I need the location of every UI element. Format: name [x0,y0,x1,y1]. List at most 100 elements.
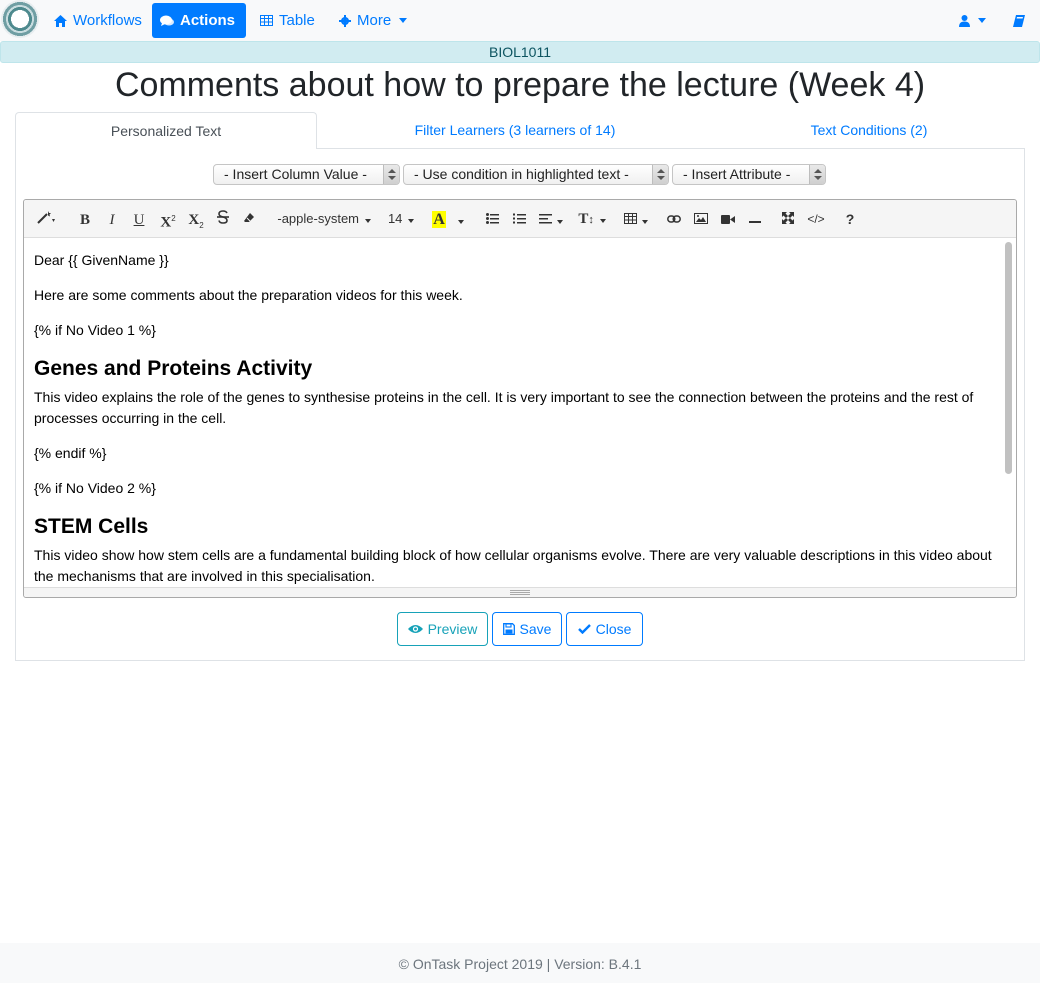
action-tabs: Personalized Text Filter Learners (3 lea… [15,112,1025,149]
link-icon [667,215,681,223]
editor-paragraph: Dear {{ GivenName }} [34,252,169,268]
course-name-banner: BIOL1011 [0,41,1040,63]
horizontal-rule-button[interactable] [743,206,767,232]
nav-table-label: Table [279,12,315,29]
insert-video-button[interactable] [716,206,740,232]
table-icon [260,15,273,26]
align-left-icon [538,214,552,224]
user-menu[interactable] [951,3,994,38]
nav-actions-label: Actions [180,12,236,29]
nav-more[interactable]: More [331,3,415,38]
ordered-list-button[interactable] [507,206,531,232]
chevron-down-icon [599,219,606,223]
underline-button[interactable]: U [127,206,151,232]
editor-heading: Genes and Proteins Activity [34,357,313,380]
close-button-label: Close [595,621,632,637]
strikethrough-button[interactable] [211,206,235,232]
clear-format-button[interactable] [237,206,261,232]
insert-attribute-select-value: - Insert Attribute - [683,166,791,182]
book-icon [1013,14,1025,27]
table-insert-dropdown[interactable] [620,206,652,232]
code-icon: </> [807,212,825,226]
insert-link-button[interactable] [662,206,686,232]
text-color-icon: A [432,211,446,228]
page-title: Comments about how to prepare the lectur… [114,66,926,104]
text-color-dropdown[interactable] [452,206,468,232]
minus-icon [749,221,761,223]
tab-text-conditions[interactable]: Text Conditions (2) [719,112,1019,149]
comments-icon [160,15,174,26]
gear-icon [339,14,351,27]
text-color-button[interactable]: A [427,206,451,232]
code-view-button[interactable]: </> [803,206,829,232]
style-magic-button[interactable] [30,206,64,232]
editor-scrollbar[interactable] [1002,238,1014,588]
superscript-icon: X [160,214,172,231]
superscript-button[interactable]: X2 [155,206,181,232]
help-icon: ? [845,211,855,227]
chevron-down-icon [458,220,464,224]
tab-filter-learners[interactable]: Filter Learners (3 learners of 14) [365,112,665,149]
insert-attribute-select[interactable]: - Insert Attribute - [672,164,826,185]
table-icon [623,213,637,224]
bullet-list-icon [485,213,499,224]
use-condition-select[interactable]: - Use condition in highlighted text - [403,164,669,185]
docs-link[interactable] [1005,3,1033,38]
insert-column-select-value: - Insert Column Value - [224,166,367,182]
font-family-dropdown[interactable]: -apple-system [270,206,378,232]
insert-image-button[interactable] [689,206,713,232]
paragraph-align-dropdown[interactable] [536,206,566,232]
chevron-down-icon [557,220,564,224]
editor-resize-handle[interactable] [24,587,1016,597]
video-icon [721,215,735,224]
tab-personalized-text[interactable]: Personalized Text [15,112,317,149]
preview-button[interactable]: Preview [397,612,488,646]
italic-button[interactable]: I [100,206,124,232]
home-icon [54,14,67,27]
chevron-down-icon [642,220,649,224]
editor-paragraph: {% if No Video 2 %} [34,480,156,496]
editor-paragraph: Here are some comments about the prepara… [34,287,463,303]
close-button[interactable]: Close [566,612,643,646]
strikethrough-icon [217,210,229,224]
insert-column-select[interactable]: - Insert Column Value - [213,164,400,185]
editor-paragraph: {% if No Video 1 %} [34,322,156,338]
bold-button[interactable]: B [73,206,97,232]
use-condition-select-value: - Use condition in highlighted text - [414,166,629,182]
text-height-icon: T [578,211,589,227]
nav-workflows-label: Workflows [73,12,142,29]
save-button-label: Save [519,621,552,637]
nav-workflows[interactable]: Workflows [46,3,150,38]
line-height-dropdown[interactable]: T↕ [576,206,608,232]
editor-content[interactable]: Dear {{ GivenName }} Here are some comme… [24,238,1004,588]
numbered-list-icon [512,213,526,224]
nav-table[interactable]: Table [252,3,323,38]
subscript-button[interactable]: X2 [183,206,209,232]
page-footer: © OnTask Project 2019 | Version: B.4.1 [0,943,1040,983]
editor-heading: STEM Cells [34,515,149,538]
user-icon [959,14,970,27]
ontask-logo[interactable] [1,0,39,38]
help-button[interactable]: ? [838,206,862,232]
magic-wand-icon [37,211,55,224]
font-size-value: 14 [387,211,403,226]
italic-icon: I [109,212,115,228]
unordered-list-button[interactable] [480,206,504,232]
image-icon [694,213,708,224]
nav-actions[interactable]: Actions [152,3,246,38]
select-arrows-icon [809,165,825,184]
chevron-down-icon [399,18,408,23]
top-navbar: Workflows Actions Table More [0,0,1040,41]
save-icon [502,623,515,635]
editor-scrollbar-thumb[interactable] [1005,242,1012,474]
underline-icon: U [133,212,145,228]
font-size-dropdown[interactable]: 14 [384,206,418,232]
preview-button-label: Preview [427,621,478,637]
fullscreen-button[interactable] [776,206,800,232]
save-button[interactable]: Save [492,612,562,646]
eraser-icon [244,213,254,222]
eye-icon [407,625,423,633]
chevron-down-icon [408,219,415,223]
checkmark-icon [577,624,591,634]
subscript-icon: X [188,212,200,228]
